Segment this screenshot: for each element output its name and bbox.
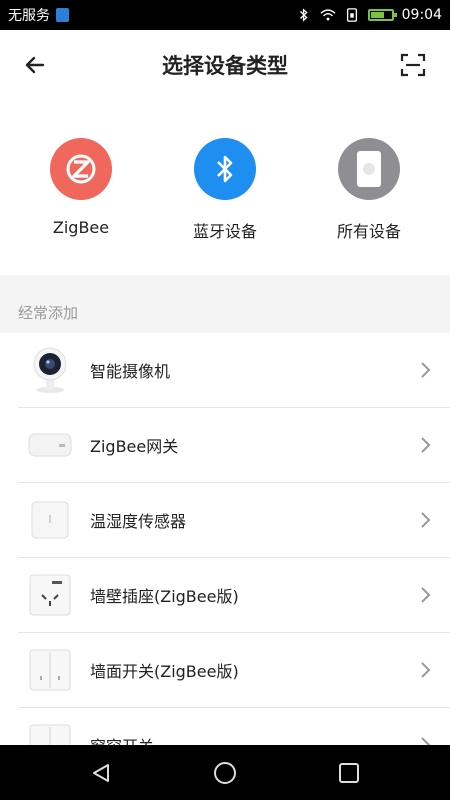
device-name: 墙壁插座(ZigBee版) — [90, 587, 239, 606]
list-item[interactable]: 墙壁插座(ZigBee版) — [18, 558, 450, 633]
type-bluetooth[interactable]: 蓝牙设备 — [170, 100, 280, 275]
camera-icon — [26, 346, 74, 394]
carrier-text: 无服务 — [8, 8, 50, 24]
wall-switch-icon — [26, 646, 74, 694]
nav-back-icon[interactable] — [90, 762, 112, 784]
chevron-right-icon — [421, 437, 431, 453]
type-label: 所有设备 — [336, 222, 401, 241]
list-item[interactable]: 墙面开关(ZigBee版) — [18, 633, 450, 708]
section-header: 经常添加 — [0, 275, 450, 333]
socket-icon — [26, 571, 74, 619]
bluetooth-status-icon — [299, 8, 308, 22]
type-label: 蓝牙设备 — [192, 222, 257, 241]
list-item[interactable]: 智能摄像机 — [18, 333, 450, 408]
carrier-group: 无服务 — [8, 5, 69, 25]
chevron-right-icon — [421, 587, 431, 603]
device-name: 温湿度传感器 — [90, 512, 187, 531]
battery-icon — [367, 9, 397, 21]
status-icons: 09:04 — [296, 7, 442, 23]
scan-button[interactable] — [396, 48, 430, 82]
bluetooth-icon — [194, 138, 256, 200]
list-item[interactable]: ZigBee网关 — [18, 408, 450, 483]
chevron-right-icon — [421, 662, 431, 678]
nav-recents-icon[interactable] — [338, 762, 360, 784]
wifi-icon — [320, 9, 336, 21]
zigbee-icon — [50, 138, 112, 200]
scan-icon — [400, 53, 426, 77]
device-name: 智能摄像机 — [90, 362, 171, 381]
status-bar: 无服务 09:04 — [0, 0, 450, 30]
sim-icon — [346, 8, 357, 22]
chevron-right-icon — [421, 362, 431, 378]
page-title: 选择设备类型 — [162, 54, 288, 78]
device-list: 智能摄像机 ZigBee网关 温湿度传感器 墙壁插座(ZigBee版) 墙面开关… — [0, 333, 450, 783]
chevron-right-icon — [421, 512, 431, 528]
back-arrow-icon — [25, 56, 45, 74]
back-button[interactable] — [18, 48, 52, 82]
device-type-grid: ZigBee 蓝牙设备 所有设备 — [0, 100, 450, 275]
usb-icon — [56, 8, 69, 22]
type-all-devices[interactable]: 所有设备 — [314, 100, 424, 275]
nav-home-icon[interactable] — [213, 761, 237, 785]
device-icon — [338, 138, 400, 200]
gateway-icon — [26, 421, 74, 469]
app-bar: 选择设备类型 — [0, 30, 450, 100]
type-zigbee[interactable]: ZigBee — [26, 100, 136, 275]
sensor-icon — [26, 496, 74, 544]
device-name: 墙面开关(ZigBee版) — [90, 662, 239, 681]
status-time: 09:04 — [401, 7, 442, 23]
system-nav-bar — [0, 745, 450, 800]
type-label: ZigBee — [52, 218, 110, 237]
section-title: 经常添加 — [18, 304, 79, 322]
device-name: ZigBee网关 — [90, 437, 179, 456]
list-item[interactable]: 温湿度传感器 — [18, 483, 450, 558]
